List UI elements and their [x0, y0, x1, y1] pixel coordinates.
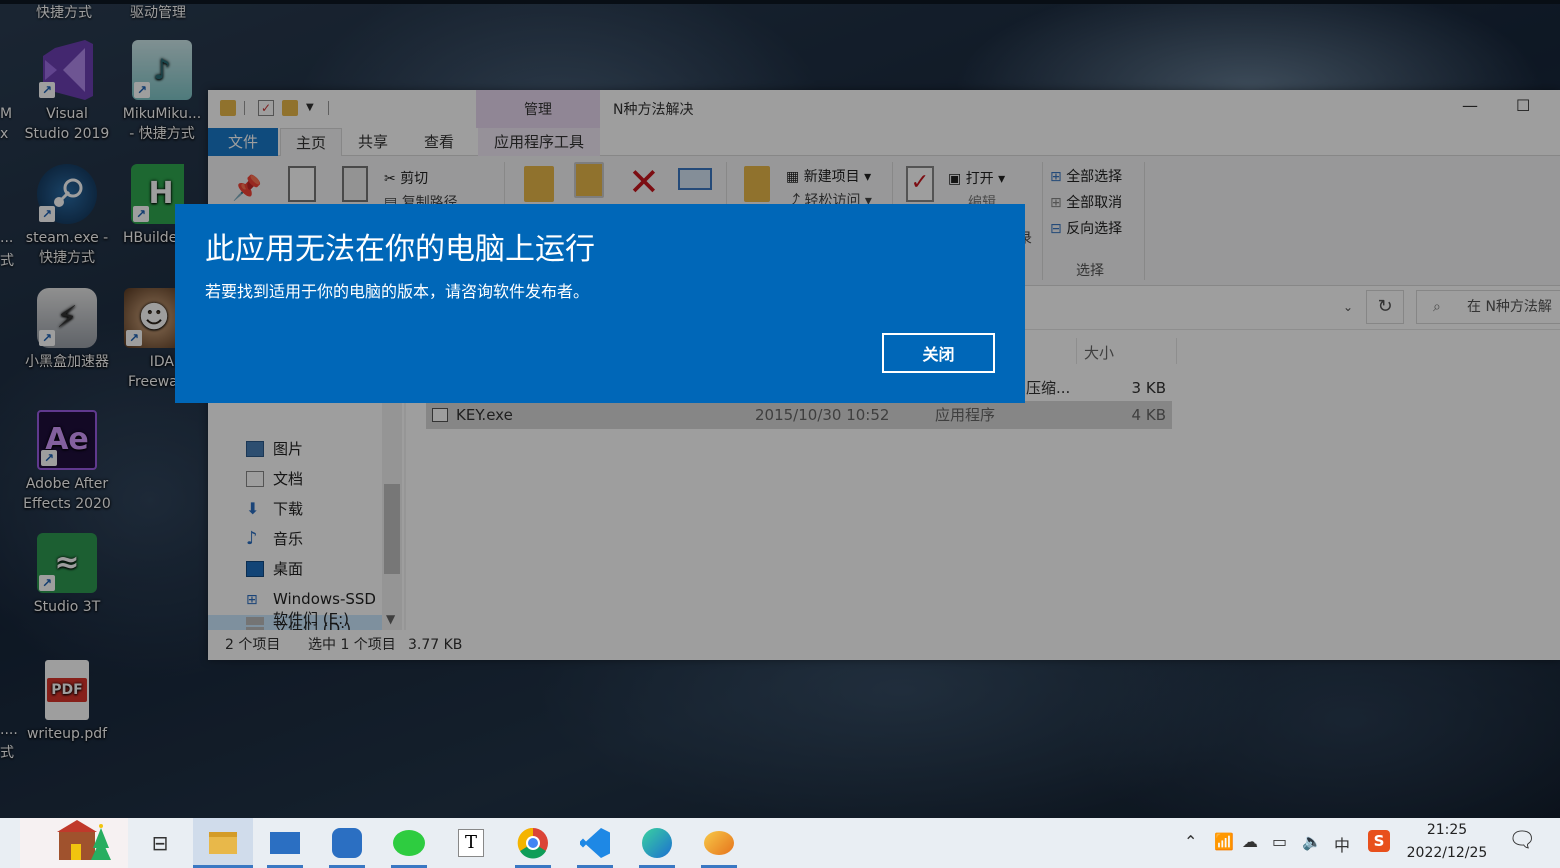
taskbar-typora[interactable]: T — [441, 818, 501, 868]
wechat-icon — [393, 830, 425, 856]
dialog-title: 此应用无法在你的电脑上运行 — [205, 232, 595, 267]
task-view-button[interactable]: ⊟ — [130, 818, 190, 868]
mail-icon — [270, 832, 300, 854]
desktop-wallpaper: 快捷方式 驱动管理 M x ... 式 .... 式 ↗ Visual Stud… — [0, 0, 1560, 818]
show-hidden-icons-chevron-icon[interactable]: ⌃ — [1184, 832, 1197, 851]
app-orange-icon — [704, 831, 734, 855]
taskbar-edge[interactable] — [627, 818, 687, 868]
wifi-icon[interactable]: 📶 — [1214, 832, 1234, 851]
taskbar-file-explorer[interactable] — [193, 818, 253, 868]
vscode-icon — [580, 828, 610, 858]
taskbar-chrome[interactable] — [503, 818, 563, 868]
task-view-icon: ⊟ — [151, 831, 169, 855]
edge-icon — [642, 828, 672, 858]
dialog-message: 若要找到适用于你的电脑的版本，请咨询软件发布者。 — [205, 282, 590, 301]
close-button[interactable]: 关闭 — [882, 333, 995, 373]
taskbar-vscode[interactable] — [565, 818, 625, 868]
onedrive-cloud-icon[interactable]: ☁ — [1242, 832, 1258, 851]
clock-time[interactable]: 21:25 — [1412, 822, 1482, 838]
volume-icon[interactable]: 🔈 — [1302, 832, 1322, 851]
folder-icon — [209, 832, 237, 854]
dim-overlay — [0, 0, 1560, 818]
notification-center-icon[interactable]: 🗨 — [1508, 828, 1536, 853]
app-incompatible-dialog: 此应用无法在你的电脑上运行 若要找到适用于你的电脑的版本，请咨询软件发布者。 关… — [175, 204, 1025, 403]
start-button[interactable] — [20, 818, 128, 868]
christmas-house-icon — [57, 820, 111, 860]
taskbar-app-orange[interactable] — [689, 818, 749, 868]
taskbar: ⊟ T ⌃ 📶 ☁ ▭ 🔈 中 S 21:25 2022/12/25 🗨 — [0, 818, 1560, 868]
messaging-app-icon — [332, 828, 362, 858]
chrome-icon — [517, 827, 548, 859]
sogou-ime-icon[interactable]: S — [1368, 830, 1390, 852]
clock-date[interactable]: 2022/12/25 — [1398, 845, 1496, 861]
ime-indicator[interactable]: 中 — [1334, 832, 1350, 856]
typora-icon: T — [458, 829, 484, 857]
battery-icon[interactable]: ▭ — [1272, 832, 1287, 851]
taskbar-mail[interactable] — [255, 818, 315, 868]
taskbar-wechat[interactable] — [379, 818, 439, 868]
taskbar-app-blue[interactable] — [317, 818, 377, 868]
